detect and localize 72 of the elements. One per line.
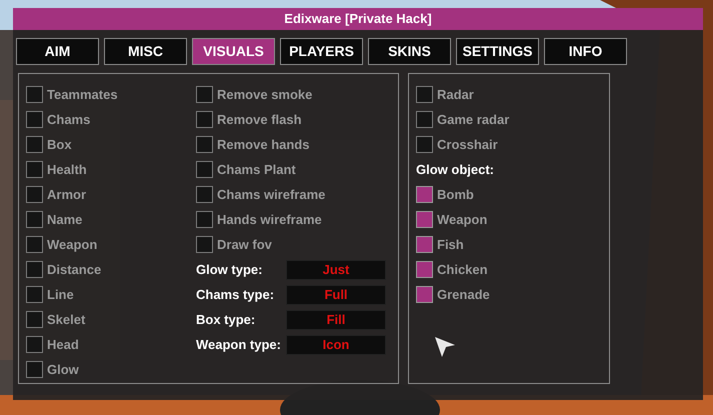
checkbox-label: Chams wireframe bbox=[217, 186, 326, 204]
checkbox[interactable] bbox=[26, 161, 43, 178]
checkbox-label: Distance bbox=[47, 260, 102, 279]
tab[interactable]: VISUALS bbox=[192, 38, 275, 65]
checkbox[interactable] bbox=[416, 236, 433, 253]
checkbox[interactable] bbox=[26, 211, 43, 228]
tab[interactable]: AIM bbox=[16, 38, 99, 65]
checkbox[interactable] bbox=[416, 211, 433, 228]
checkbox-label: Chams bbox=[47, 110, 90, 129]
checkbox[interactable] bbox=[196, 111, 213, 128]
checkbox[interactable] bbox=[26, 136, 43, 153]
tab[interactable]: MISC bbox=[104, 38, 187, 65]
checkbox[interactable] bbox=[26, 236, 43, 253]
checkbox-label: Bomb bbox=[437, 186, 474, 204]
checkbox[interactable] bbox=[196, 211, 213, 228]
checkbox-label: Fish bbox=[437, 236, 464, 254]
checkbox-label: Glow bbox=[47, 360, 79, 379]
cursor-icon bbox=[434, 336, 456, 358]
checkbox-label: Radar bbox=[437, 86, 474, 104]
checkbox-label: Name bbox=[47, 210, 82, 229]
setting-label: Glow type: bbox=[196, 260, 264, 279]
checkbox[interactable] bbox=[416, 286, 433, 303]
checkbox-label: Game radar bbox=[437, 110, 510, 129]
checkbox-label: Chicken bbox=[437, 260, 488, 279]
checkbox[interactable] bbox=[26, 286, 43, 303]
checkbox[interactable] bbox=[196, 161, 213, 178]
checkbox[interactable] bbox=[26, 311, 43, 328]
checkbox[interactable] bbox=[26, 86, 43, 103]
checkbox[interactable] bbox=[196, 86, 213, 103]
checkbox-label: Chams Plant bbox=[217, 160, 296, 179]
checkbox[interactable] bbox=[26, 261, 43, 278]
tab[interactable]: PLAYERS bbox=[280, 38, 363, 65]
checkbox-label: Hands wireframe bbox=[217, 210, 322, 229]
type-selector[interactable]: Fill bbox=[286, 310, 386, 330]
type-selector[interactable]: Full bbox=[286, 284, 386, 304]
checkbox-label: Teammates bbox=[47, 86, 118, 104]
checkbox-label: Weapon bbox=[437, 210, 488, 229]
checkbox[interactable] bbox=[416, 111, 433, 128]
type-selector[interactable]: Icon bbox=[286, 334, 386, 354]
checkbox[interactable] bbox=[196, 186, 213, 203]
checkbox-label: Draw fov bbox=[217, 236, 272, 254]
checkbox[interactable] bbox=[26, 111, 43, 128]
tab[interactable]: SKINS bbox=[368, 38, 451, 65]
setting-label: Chams type: bbox=[196, 286, 276, 304]
checkbox[interactable] bbox=[416, 136, 433, 153]
checkbox-label: Armor bbox=[47, 186, 86, 204]
setting-label: Weapon type: bbox=[196, 336, 282, 354]
checkbox-label: Head bbox=[47, 336, 79, 354]
checkbox[interactable] bbox=[416, 186, 433, 203]
checkbox[interactable] bbox=[26, 186, 43, 203]
checkbox-label: Weapon bbox=[47, 236, 98, 254]
setting-label: Box type: bbox=[196, 310, 256, 329]
checkbox-label: Grenade bbox=[437, 286, 490, 304]
checkbox-label: Box bbox=[47, 136, 72, 154]
checkbox[interactable] bbox=[416, 261, 433, 278]
tab[interactable]: INFO bbox=[544, 38, 627, 65]
type-selector[interactable]: Just bbox=[286, 260, 386, 280]
checkbox[interactable] bbox=[416, 86, 433, 103]
checkbox-label: Remove hands bbox=[217, 136, 310, 154]
checkbox-label: Crosshair bbox=[437, 136, 498, 154]
checkbox[interactable] bbox=[196, 136, 213, 153]
checkbox-label: Line bbox=[47, 286, 74, 304]
checkbox-label: Skelet bbox=[47, 310, 86, 329]
checkbox-label: Remove smoke bbox=[217, 86, 312, 104]
checkbox[interactable] bbox=[26, 336, 43, 353]
section-heading: Glow object: bbox=[416, 160, 494, 179]
checkbox[interactable] bbox=[196, 236, 213, 253]
tab[interactable]: SETTINGS bbox=[456, 38, 539, 65]
checkbox-label: Health bbox=[47, 160, 87, 179]
checkbox[interactable] bbox=[26, 361, 43, 378]
window-title: Edixware [Private Hack] bbox=[13, 8, 703, 30]
checkbox-label: Remove flash bbox=[217, 110, 302, 129]
